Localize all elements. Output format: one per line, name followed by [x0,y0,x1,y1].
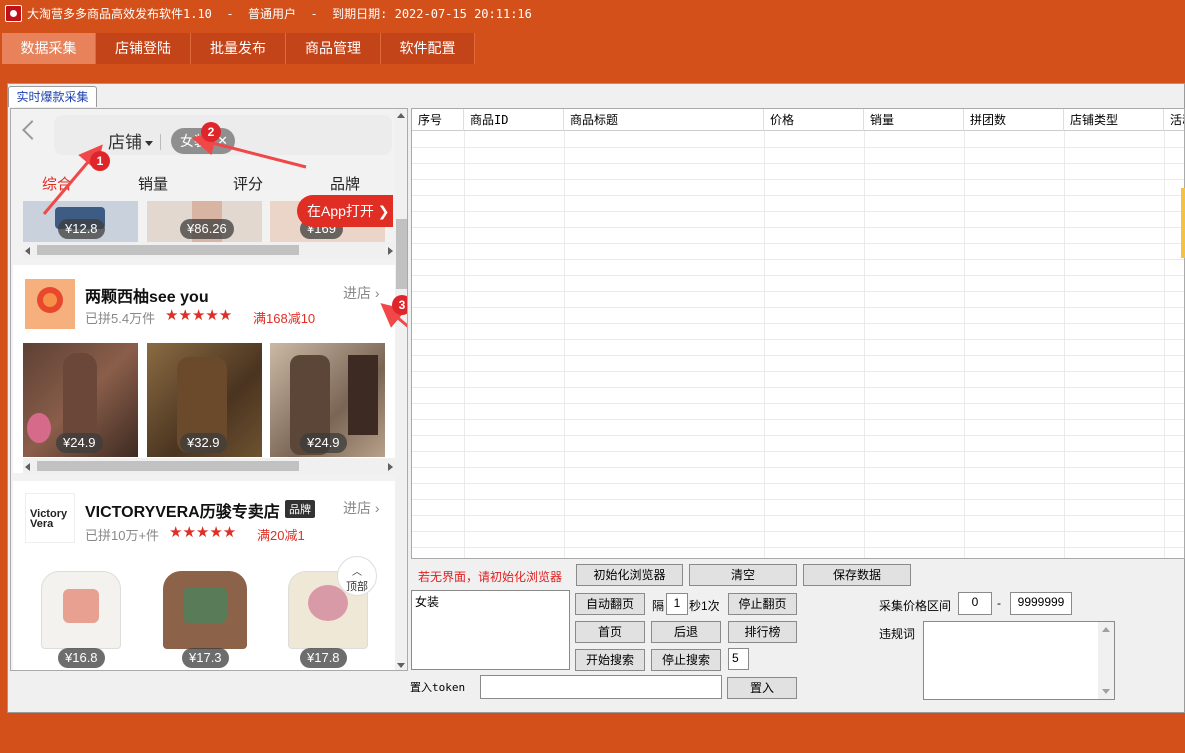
grid-row-line [412,259,1184,260]
grid-col-line [1164,131,1165,558]
grid-row-line [412,387,1184,388]
grid-row-line [412,435,1184,436]
grid-row-line [412,307,1184,308]
set-token-button[interactable]: 置入 [727,677,797,699]
annotation-badge: 2 [201,122,221,142]
status-strip [0,735,1185,753]
clear-button[interactable]: 清空 [689,564,797,586]
grid-row-line [412,547,1184,548]
embedded-browser[interactable]: 店铺 女装 ✕ 综合 销量 评分 品牌 ¥12.8 ¥86.26 ¥169 在A… [10,108,408,671]
col-price[interactable]: 价格 [764,109,864,131]
grid-row-line [412,179,1184,180]
grid-row-line [412,451,1184,452]
tab-realtime-hot-collect[interactable]: 实时爆款采集 [8,86,97,107]
title-bar: 大淘营多多商品高效发布软件1.10 - 普通用户 - 到期日期: 2022-07… [0,0,1185,28]
menu-product-management[interactable]: 商品管理 [286,33,381,64]
grid-row-line [412,515,1184,516]
start-search-button[interactable]: 开始搜索 [575,649,645,671]
ranking-button[interactable]: 排行榜 [728,621,797,643]
forbidden-words-label: 违规词 [879,627,916,641]
annotation-badge: 1 [90,151,110,171]
menu-data-collection[interactable]: 数据采集 [2,33,96,64]
grid-header: 序号 商品ID 商品标题 价格 销量 拼团数 店铺类型 活动 [412,109,1184,131]
save-data-button[interactable]: 保存数据 [803,564,911,586]
col-store-type[interactable]: 店铺类型 [1064,109,1164,131]
grid-row-line [412,291,1184,292]
grid-row-line [412,227,1184,228]
annotation-badge: 3 [392,295,407,315]
grid-row-line [412,339,1184,340]
col-product-id[interactable]: 商品ID [464,109,564,131]
grid-row-line [412,195,1184,196]
grid-row-line [412,147,1184,148]
price-range-label: 采集价格区间 [879,599,952,613]
grid-row-line [412,483,1184,484]
col-index[interactable]: 序号 [412,109,464,131]
grid-col-line [764,131,765,558]
grid-row-line [412,403,1184,404]
interval-suffix: 秒1次 [689,599,720,613]
col-sales[interactable]: 销量 [864,109,964,131]
grid-col-line [864,131,865,558]
grid-col-line [464,131,465,558]
grid-row-line [412,275,1184,276]
grid-row-line [412,243,1184,244]
interval-input[interactable]: 1 [666,593,688,615]
interval-prefix: 隔 [652,599,665,613]
annotation-arrows [42,131,407,328]
price-max-input[interactable]: 9999999 [1010,592,1072,615]
textarea-scrollbar[interactable] [1098,622,1114,699]
grid-row-line [412,467,1184,468]
col-product-title[interactable]: 商品标题 [564,109,764,131]
menu-batch-publish[interactable]: 批量发布 [191,33,286,64]
side-marker [1181,188,1185,258]
stop-search-button[interactable]: 停止搜索 [651,649,721,671]
grid-row-line [412,163,1184,164]
auto-page-button[interactable]: 自动翻页 [575,593,645,615]
token-input[interactable] [480,675,722,699]
col-group-count[interactable]: 拼团数 [964,109,1064,131]
init-warning: 若无界面，请初始化浏览器 [418,570,563,584]
back-button[interactable]: 后退 [651,621,721,643]
forbidden-words-textarea[interactable] [923,621,1115,700]
token-label: 置入token [410,681,466,694]
col-activity[interactable]: 活动 [1164,109,1184,131]
keyword-textarea[interactable]: 女装 [411,590,570,670]
grid-row-line [412,371,1184,372]
grid-row-line [412,499,1184,500]
grid-col-line [564,131,565,558]
menu-store-login[interactable]: 店铺登陆 [96,33,191,64]
grid-row-line [412,419,1184,420]
menu-software-config[interactable]: 软件配置 [381,33,475,64]
data-grid[interactable]: 序号 商品ID 商品标题 价格 销量 拼团数 店铺类型 活动 [411,108,1185,559]
grid-row-line [412,323,1184,324]
price-range-dash: - [997,596,1001,610]
app-logo-icon [5,5,22,22]
grid-row-line [412,355,1184,356]
grid-col-line [964,131,965,558]
init-browser-button[interactable]: 初始化浏览器 [576,564,683,586]
window-title: 大淘营多多商品高效发布软件1.10 - 普通用户 - 到期日期: 2022-07… [27,7,532,21]
first-page-button[interactable]: 首页 [575,621,645,643]
grid-col-line [1064,131,1065,558]
price-min-input[interactable]: 0 [958,592,992,615]
search-count-input[interactable]: 5 [728,648,749,670]
grid-row-line [412,531,1184,532]
grid-row-line [412,211,1184,212]
stop-page-button[interactable]: 停止翻页 [728,593,797,615]
